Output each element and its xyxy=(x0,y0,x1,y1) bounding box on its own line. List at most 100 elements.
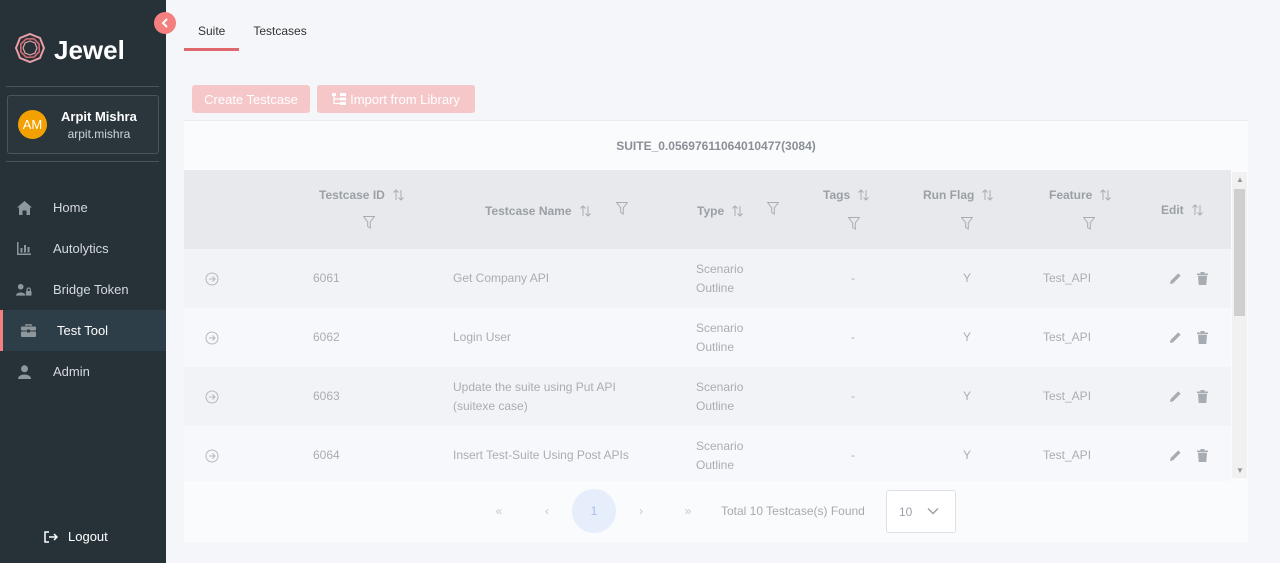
column-header-type[interactable]: Type xyxy=(697,204,743,218)
sidebar-item-bridge-token[interactable]: Bridge Token xyxy=(0,269,166,310)
cell-testcase-name: Get Company API xyxy=(453,271,550,285)
last-page-button[interactable]: » xyxy=(678,489,698,533)
trash-icon[interactable] xyxy=(1197,308,1208,367)
cell-type: Scenario Outline xyxy=(696,261,744,295)
cell-run-flag: Y xyxy=(963,271,972,285)
table-row[interactable]: 6064 Insert Test-Suite Using Post APIs S… xyxy=(184,426,1231,481)
column-header-run-flag[interactable]: Run Flag xyxy=(923,188,994,202)
home-icon xyxy=(16,200,32,216)
sidebar-item-label: Home xyxy=(53,200,88,215)
sort-icon[interactable] xyxy=(1191,204,1203,216)
page-size-select[interactable]: 10 xyxy=(886,490,956,533)
sort-icon[interactable] xyxy=(982,189,994,201)
trash-icon[interactable] xyxy=(1197,426,1208,481)
cell-tags: - xyxy=(851,271,855,285)
user-card[interactable]: AM Arpit Mishra arpit.mishra xyxy=(7,95,159,154)
tab-testcases[interactable]: Testcases xyxy=(239,18,320,51)
sidebar-item-autolytics[interactable]: Autolytics xyxy=(0,228,166,269)
cell-testcase-id: 6061 xyxy=(313,271,340,285)
column-label: Edit xyxy=(1161,203,1184,217)
cell-testcase-name: Insert Test-Suite Using Post APIs xyxy=(453,448,629,462)
bar-chart-icon xyxy=(16,241,32,257)
page-size-value: 10 xyxy=(899,504,913,519)
filter-icon[interactable] xyxy=(363,216,375,229)
column-header-tags[interactable]: Tags xyxy=(823,188,869,202)
sidebar-item-home[interactable]: Home xyxy=(0,187,166,228)
table-row[interactable]: 6061 Get Company API Scenario Outline - … xyxy=(184,249,1231,308)
column-label: Testcase Name xyxy=(485,204,572,218)
row-expand-icon[interactable] xyxy=(205,308,219,367)
cell-testcase-name: Update the suite using Put API (suitexe … xyxy=(453,379,616,413)
filter-icon[interactable] xyxy=(1083,217,1095,230)
sort-icon[interactable] xyxy=(1100,189,1112,201)
edit-icon[interactable] xyxy=(1169,367,1182,426)
next-page-button[interactable]: › xyxy=(631,489,651,533)
cell-feature: Test_API xyxy=(1043,448,1092,462)
column-label: Run Flag xyxy=(923,188,975,202)
cell-testcase-id: 6062 xyxy=(313,330,340,344)
user-icon xyxy=(16,364,32,380)
edit-icon[interactable] xyxy=(1169,249,1182,308)
sidebar-item-test-tool[interactable]: Test Tool xyxy=(0,310,166,351)
filter-icon[interactable] xyxy=(767,202,779,215)
import-label: Import from Library xyxy=(350,91,460,107)
row-expand-icon[interactable] xyxy=(205,367,219,426)
total-count: Total 10 Testcase(s) Found xyxy=(721,504,865,518)
row-expand-icon[interactable] xyxy=(205,249,219,308)
scroll-thumb[interactable] xyxy=(1234,189,1245,316)
sidebar-item-label: Bridge Token xyxy=(53,282,129,297)
sidebar-collapse-button[interactable] xyxy=(154,12,176,34)
logout-label: Logout xyxy=(68,529,108,544)
cell-run-flag: Y xyxy=(963,330,972,344)
cell-feature: Test_API xyxy=(1043,271,1092,285)
suite-title: SUITE_0.05697611064010477(3084) xyxy=(616,139,816,153)
filter-icon[interactable] xyxy=(848,217,860,230)
current-page-button[interactable]: 1 xyxy=(572,489,616,533)
sort-icon[interactable] xyxy=(579,205,591,217)
edit-icon[interactable] xyxy=(1169,308,1182,367)
column-header-edit[interactable]: Edit xyxy=(1161,203,1203,217)
sort-icon[interactable] xyxy=(732,205,743,217)
cell-testcase-id: 6064 xyxy=(313,448,340,462)
cell-tags: - xyxy=(851,389,855,403)
scroll-up-icon[interactable]: ▲ xyxy=(1236,175,1244,184)
sidebar-nav: Home Autolytics Bridge Token Test Tool A… xyxy=(0,187,166,392)
chevron-down-icon xyxy=(927,504,939,518)
row-expand-icon[interactable] xyxy=(205,426,219,481)
user-name: Arpit Mishra xyxy=(61,108,137,124)
column-label: Testcase ID xyxy=(319,188,385,202)
logout-button[interactable]: Logout xyxy=(44,529,108,544)
sidebar-item-label: Admin xyxy=(53,364,90,379)
sort-icon[interactable] xyxy=(858,189,869,201)
column-header-testcase-name[interactable]: Testcase Name xyxy=(485,204,591,218)
jewel-logo-icon xyxy=(14,32,46,69)
sidebar-item-admin[interactable]: Admin xyxy=(0,351,166,392)
tab-bar: Suite Testcases xyxy=(184,18,321,51)
create-testcase-button[interactable]: Create Testcase xyxy=(192,85,310,113)
user-handle: arpit.mishra xyxy=(67,126,131,141)
import-from-library-button[interactable]: Import from Library xyxy=(317,85,475,113)
sidebar-divider xyxy=(6,86,159,87)
column-header-testcase-id[interactable]: Testcase ID xyxy=(319,188,404,202)
pagination: « ‹ 1 › » Total 10 Testcase(s) Found 10 xyxy=(184,489,1248,535)
user-info: Arpit Mishra arpit.mishra xyxy=(61,109,137,141)
table-body: 6061 Get Company API Scenario Outline - … xyxy=(184,249,1231,481)
trash-icon[interactable] xyxy=(1197,367,1208,426)
trash-icon[interactable] xyxy=(1197,249,1208,308)
column-header-feature[interactable]: Feature xyxy=(1049,188,1112,202)
table-row[interactable]: 6063 Update the suite using Put API (sui… xyxy=(184,367,1231,426)
filter-icon[interactable] xyxy=(961,217,973,230)
prev-page-button[interactable]: ‹ xyxy=(537,489,557,533)
sort-icon[interactable] xyxy=(392,189,404,201)
cell-tags: - xyxy=(851,448,855,462)
first-page-button[interactable]: « xyxy=(489,489,509,533)
tab-suite[interactable]: Suite xyxy=(184,18,240,51)
table-scrollbar[interactable]: ▲ ▼ xyxy=(1232,172,1247,478)
table-row[interactable]: 6062 Login User Scenario Outline - Y Tes… xyxy=(184,308,1231,367)
sign-out-icon xyxy=(44,530,58,543)
cell-feature: Test_API xyxy=(1043,330,1092,344)
sitemap-icon xyxy=(332,93,347,105)
scroll-down-icon[interactable]: ▼ xyxy=(1236,466,1244,475)
filter-icon[interactable] xyxy=(616,202,628,215)
edit-icon[interactable] xyxy=(1169,426,1182,481)
